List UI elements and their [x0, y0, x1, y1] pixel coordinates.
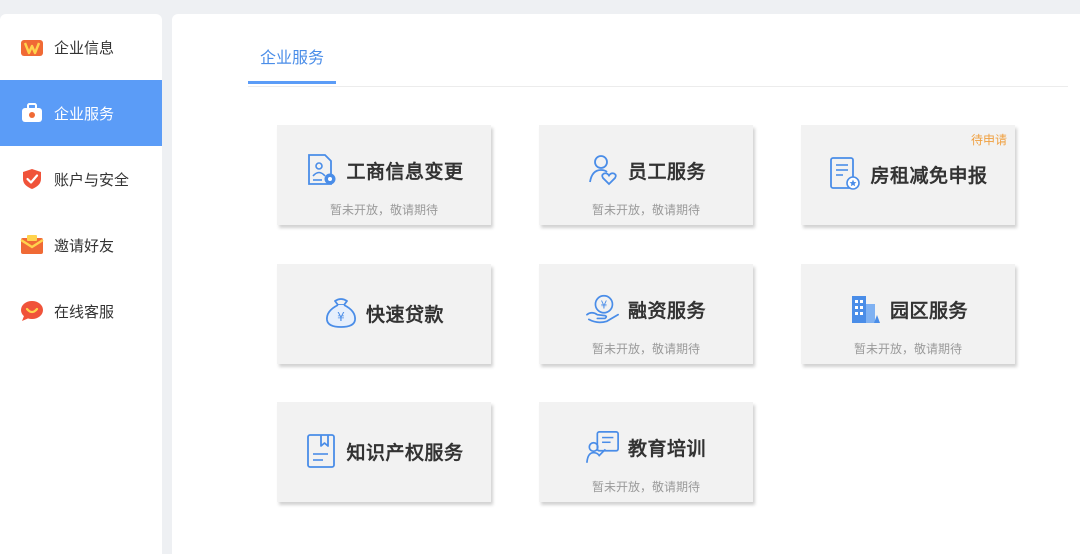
sidebar-item-account-security[interactable]: 账户与安全 — [0, 146, 162, 212]
employee-heart-icon — [586, 153, 620, 187]
card-title: 融资服务 — [627, 299, 706, 322]
card-subtitle: 暂未开放，敬请期待 — [853, 342, 962, 356]
bookmark-doc-icon — [304, 434, 338, 468]
sidebar-item-label: 账户与安全 — [54, 170, 130, 189]
company-info-icon — [20, 35, 44, 59]
sidebar-item-invite-friends[interactable]: 邀请好友 — [0, 212, 162, 278]
tab-bar: 企业服务 — [248, 44, 1068, 87]
card-title: 房租减免申报 — [870, 164, 988, 187]
service-card-financing[interactable]: ¥ 融资服务 暂未开放，敬请期待 — [539, 264, 753, 364]
service-card-rent-reduction[interactable]: 待申请 房租减免申报 — [801, 125, 1015, 225]
money-bag-icon: ¥ — [324, 296, 358, 330]
status-badge: 待申请 — [970, 133, 1007, 147]
sidebar-item-label: 在线客服 — [54, 302, 115, 321]
briefcase-icon — [20, 101, 44, 125]
sidebar-item-label: 邀请好友 — [54, 236, 115, 255]
card-title: 知识产权服务 — [346, 441, 464, 464]
service-card-quick-loan[interactable]: ¥ 快速贷款 — [277, 264, 491, 364]
card-title: 工商信息变更 — [346, 160, 464, 183]
service-card-business-info-change[interactable]: 工商信息变更 暂未开放，敬请期待 — [277, 125, 491, 225]
sidebar-item-enterprise-services[interactable]: 企业服务 — [0, 80, 162, 146]
sidebar: 企业信息 企业服务 账户与安全 邀请好友 在线客服 — [0, 14, 162, 554]
card-subtitle: 暂未开放，敬请期待 — [591, 480, 700, 494]
svg-text:¥: ¥ — [601, 300, 608, 312]
card-subtitle: 暂未开放，敬请期待 — [329, 203, 438, 217]
document-badge-icon — [828, 157, 862, 191]
chat-bubble-icon — [20, 299, 44, 323]
document-user-icon — [304, 153, 338, 187]
sidebar-item-online-support[interactable]: 在线客服 — [0, 278, 162, 344]
service-card-park-services[interactable]: 园区服务 暂未开放，敬请期待 — [801, 264, 1015, 364]
teacher-board-icon — [586, 430, 620, 464]
tab-enterprise-services[interactable]: 企业服务 — [248, 44, 336, 84]
sidebar-item-label: 企业服务 — [54, 104, 115, 123]
card-title: 员工服务 — [627, 160, 706, 183]
card-title: 园区服务 — [889, 299, 968, 322]
service-card-intellectual-property[interactable]: 知识产权服务 — [277, 402, 491, 502]
sidebar-item-company-info[interactable]: 企业信息 — [0, 14, 162, 80]
building-icon — [848, 292, 882, 326]
shield-icon — [20, 167, 44, 191]
service-card-education-training[interactable]: 教育培训 暂未开放，敬请期待 — [539, 402, 753, 502]
sidebar-item-label: 企业信息 — [54, 38, 115, 57]
card-title: 快速贷款 — [365, 303, 444, 326]
envelope-icon — [20, 233, 44, 257]
svg-text:¥: ¥ — [337, 310, 345, 324]
service-card-employee-services[interactable]: 员工服务 暂未开放，敬请期待 — [539, 125, 753, 225]
card-subtitle: 暂未开放，敬请期待 — [591, 203, 700, 217]
yen-hand-icon: ¥ — [586, 292, 620, 326]
main-panel: 企业服务 工商信息变更 暂未开放，敬请期待 员工服务 暂未开放，敬请期待 待申请… — [172, 14, 1080, 554]
card-subtitle: 暂未开放，敬请期待 — [591, 342, 700, 356]
card-title: 教育培训 — [627, 437, 706, 460]
